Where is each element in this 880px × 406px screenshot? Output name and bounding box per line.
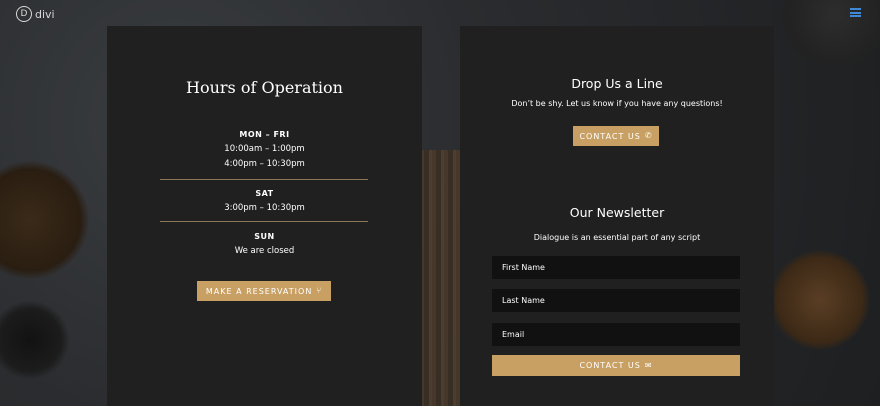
newsletter-title: Our Newsletter [569, 205, 665, 220]
logo-text: divi [35, 7, 55, 21]
background-bowl-top [780, 0, 880, 70]
newsletter-text: Dialogue is an essential part of any scr… [533, 233, 701, 242]
time-line: 10:00am – 1:00pm [224, 144, 305, 154]
hours-title: Hours of Operation [186, 78, 343, 97]
last-name-field[interactable]: Last Name [492, 289, 740, 312]
envelope-icon: ✉ [644, 360, 653, 370]
background-bowl [0, 160, 90, 280]
background-plate [770, 250, 870, 350]
newsletter-button-label: CONTACT US [579, 361, 641, 370]
contact-text: Don’t be shy. Let us know if you have an… [511, 99, 723, 108]
email-field[interactable]: Email [492, 323, 740, 346]
logo[interactable]: D divi [16, 6, 55, 22]
restaurant-icon: ⑂ [316, 286, 323, 295]
make-reservation-button[interactable]: MAKE A RESERVATION ⑂ [197, 281, 331, 301]
day-label: SAT [255, 189, 274, 198]
divider [160, 221, 368, 222]
divider [160, 179, 368, 180]
phone-icon: ✆ [644, 131, 653, 140]
hours-group-saturday: SAT 3:00pm – 10:30pm [107, 189, 422, 213]
newsletter-submit-button[interactable]: CONTACT US ✉ [492, 355, 740, 376]
hours-group-weekday: MON – FRI 10:00am – 1:00pm 4:00pm – 10:3… [107, 130, 422, 169]
first-name-field[interactable]: First Name [492, 256, 740, 279]
hours-card: Hours of Operation MON – FRI 10:00am – 1… [107, 26, 422, 406]
reservation-button-label: MAKE A RESERVATION [205, 286, 313, 296]
day-label: SUN [254, 232, 275, 241]
hamburger-icon[interactable] [850, 8, 861, 17]
logo-mark: D [16, 6, 32, 22]
hamburger-bar [850, 11, 861, 14]
contact-card: Drop Us a Line Don’t be shy. Let us know… [460, 26, 774, 406]
day-label: MON – FRI [239, 130, 290, 139]
time-line: 4:00pm – 10:30pm [224, 159, 305, 169]
hours-group-sunday: SUN We are closed [107, 232, 422, 256]
time-line: 3:00pm – 10:30pm [224, 203, 305, 213]
contact-button-label: CONTACT US [579, 131, 641, 141]
hamburger-bar [850, 8, 861, 10]
time-line: We are closed [234, 246, 295, 256]
hamburger-bar [850, 15, 861, 17]
contact-title: Drop Us a Line [571, 76, 663, 91]
background-jar [0, 300, 70, 380]
contact-us-button[interactable]: CONTACT US ✆ [573, 126, 659, 146]
